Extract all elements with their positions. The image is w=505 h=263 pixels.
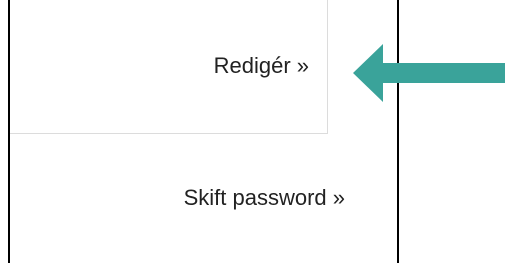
edit-link-label: Redigér » — [213, 52, 309, 78]
edit-link[interactable]: Redigér » — [10, 0, 328, 134]
change-password-link-label: Skift password » — [183, 185, 345, 210]
account-menu-panel: Redigér » Skift password » — [8, 0, 399, 263]
change-password-link[interactable]: Skift password » — [10, 135, 355, 263]
arrow-left-icon — [353, 44, 505, 102]
